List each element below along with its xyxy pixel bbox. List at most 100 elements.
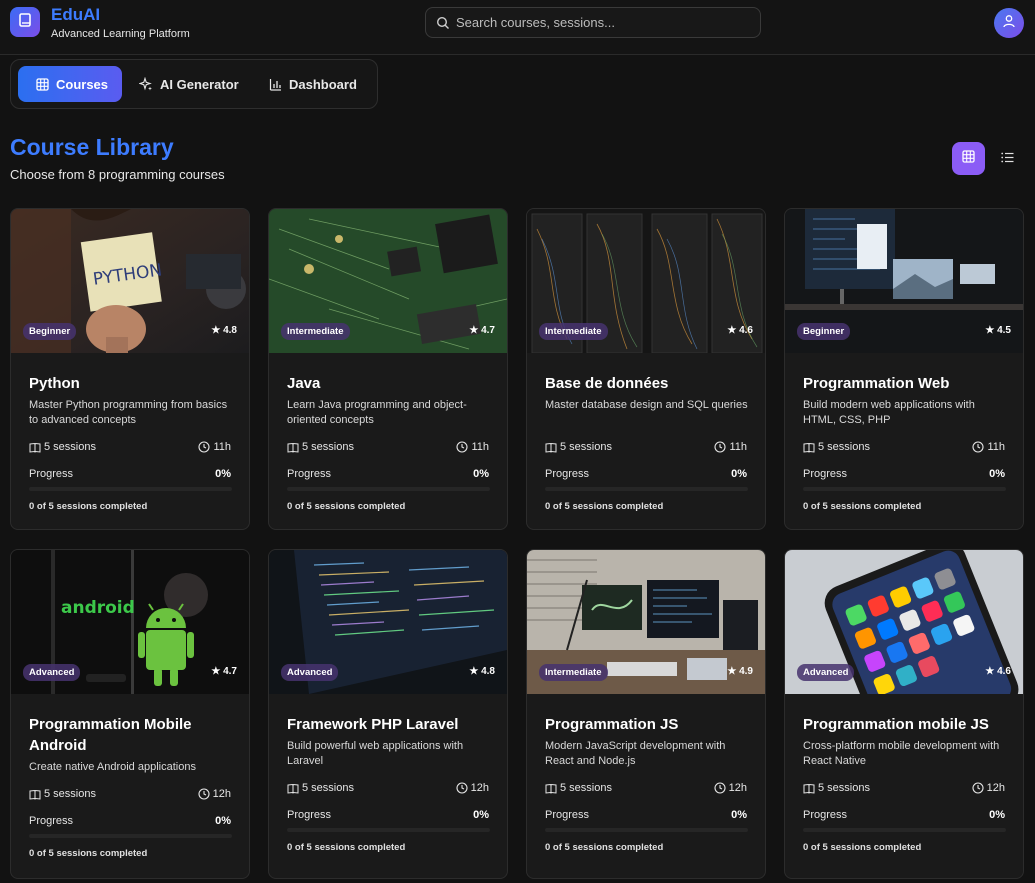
- level-badge: Beginner: [797, 323, 851, 340]
- progress-value: 0%: [989, 809, 1005, 821]
- sessions-count: 5 sessions: [803, 441, 870, 453]
- tab-dashboard[interactable]: Dashboard: [269, 66, 369, 102]
- duration: 12h: [456, 782, 489, 794]
- duration: 12h: [198, 788, 231, 800]
- sessions-label: 5 sessions: [818, 441, 870, 453]
- sparkles-icon: [139, 77, 153, 91]
- sessions-count: 5 sessions: [545, 782, 612, 794]
- logo[interactable]: [10, 7, 40, 37]
- progress-bar: [29, 834, 232, 838]
- progress-value: 0%: [215, 468, 231, 480]
- level-badge: Beginner: [23, 323, 77, 340]
- rating: ★ 4.8: [211, 325, 237, 336]
- rating: ★ 4.6: [727, 325, 753, 336]
- progress-value: 0%: [731, 468, 747, 480]
- progress-value: 0%: [215, 815, 231, 827]
- course-card-mobile-js[interactable]: Advanced ★ 4.6 Programmation mobile JS C…: [784, 549, 1024, 879]
- clock-icon: [714, 782, 726, 794]
- progress-value: 0%: [473, 809, 489, 821]
- completed-sessions: 0 of 5 sessions completed: [803, 501, 922, 512]
- progress-bar: [803, 828, 1006, 832]
- duration-label: 12h: [728, 782, 747, 794]
- sessions-count: 5 sessions: [29, 788, 96, 800]
- duration-label: 11h: [213, 441, 231, 453]
- progress-bar: [287, 487, 490, 491]
- progress-bar: [287, 828, 490, 832]
- sessions-count: 5 sessions: [29, 441, 96, 453]
- course-title: Python: [29, 375, 80, 392]
- tab-label: Courses: [56, 76, 109, 92]
- course-description: Modern JavaScript development with React…: [545, 740, 726, 767]
- course-card-js[interactable]: Intermediate ★ 4.9 Programmation JS Mode…: [526, 549, 766, 879]
- rating: ★ 4.7: [211, 666, 237, 677]
- course-description: Master Python programming from basics to…: [29, 399, 228, 426]
- level-badge: Advanced: [281, 664, 339, 681]
- rating: ★ 4.7: [469, 325, 495, 336]
- search-box[interactable]: [425, 7, 761, 38]
- grid-icon: [36, 77, 49, 91]
- progress-value: 0%: [989, 468, 1005, 480]
- sessions-label: 5 sessions: [560, 441, 612, 453]
- completed-sessions: 0 of 5 sessions completed: [29, 848, 148, 859]
- search-icon: [436, 16, 450, 35]
- duration: 12h: [714, 782, 747, 794]
- clock-icon: [456, 782, 468, 794]
- rating: ★ 4.9: [727, 666, 753, 677]
- level-badge: Intermediate: [281, 323, 350, 340]
- completed-sessions: 0 of 5 sessions completed: [287, 842, 406, 853]
- book-open-icon: [545, 442, 557, 453]
- duration-label: 12h: [212, 788, 231, 800]
- list-view-button[interactable]: [991, 142, 1024, 175]
- duration: 11h: [456, 441, 489, 453]
- course-title: Programmation Web: [803, 375, 950, 392]
- level-badge: Advanced: [23, 664, 81, 681]
- course-title: Java: [287, 375, 321, 392]
- course-card-android[interactable]: android Advanced ★ 4.7 Programmation Mob…: [10, 549, 250, 879]
- progress-bar: [545, 828, 748, 832]
- app-header: EduAI Advanced Learning Platform: [0, 0, 1035, 55]
- tab-label: Dashboard: [289, 76, 357, 92]
- course-description: Create native Android applications: [29, 761, 196, 773]
- brand-subtitle: Advanced Learning Platform: [51, 28, 190, 40]
- course-card-java[interactable]: Intermediate ★ 4.7 Java Learn Java progr…: [268, 208, 508, 530]
- search-input[interactable]: [456, 8, 756, 37]
- rating: ★ 4.6: [985, 666, 1011, 677]
- duration-label: 11h: [987, 441, 1005, 453]
- user-avatar-button[interactable]: [994, 8, 1024, 38]
- book-open-icon: [29, 789, 41, 800]
- brand-name: EduAI: [51, 5, 101, 24]
- course-title: Programmation Mobile Android: [29, 716, 192, 754]
- completed-sessions: 0 of 5 sessions completed: [545, 501, 664, 512]
- clock-icon: [198, 441, 211, 453]
- course-card-web[interactable]: Beginner ★ 4.5 Programmation Web Build m…: [784, 208, 1024, 530]
- progress-label: Progress: [287, 468, 332, 480]
- book-icon: [17, 12, 33, 33]
- progress-label: Progress: [29, 468, 74, 480]
- duration: 11h: [714, 441, 747, 453]
- duration-label: 12h: [986, 782, 1005, 794]
- course-title: Programmation JS: [545, 716, 679, 733]
- progress-value: 0%: [473, 468, 489, 480]
- course-title: Framework PHP Laravel: [287, 716, 459, 733]
- grid-view-icon: [962, 149, 975, 168]
- tab-ai-generator[interactable]: AI Generator: [139, 66, 249, 102]
- clock-icon: [198, 788, 210, 800]
- course-card-python[interactable]: PYTHON Beginner ★ 4.8 Python Master Pyth…: [10, 208, 250, 530]
- clock-icon: [714, 441, 727, 453]
- course-card-laravel[interactable]: Advanced ★ 4.8 Framework PHP Laravel Bui…: [268, 549, 508, 879]
- course-card-database[interactable]: Intermediate ★ 4.6 Base de données Maste…: [526, 208, 766, 530]
- grid-view-button[interactable]: [952, 142, 985, 175]
- duration: 12h: [972, 782, 1005, 794]
- sessions-count: 5 sessions: [545, 441, 612, 453]
- clock-icon: [972, 782, 984, 794]
- book-open-icon: [29, 442, 41, 453]
- completed-sessions: 0 of 5 sessions completed: [545, 842, 664, 853]
- android-text: android: [61, 598, 135, 618]
- progress-label: Progress: [545, 468, 590, 480]
- duration: 11h: [972, 441, 1005, 453]
- tab-courses[interactable]: Courses: [18, 66, 122, 102]
- sessions-label: 5 sessions: [44, 788, 96, 800]
- course-title: Base de données: [545, 375, 669, 392]
- sessions-label: 5 sessions: [302, 782, 354, 794]
- completed-sessions: 0 of 5 sessions completed: [803, 842, 922, 853]
